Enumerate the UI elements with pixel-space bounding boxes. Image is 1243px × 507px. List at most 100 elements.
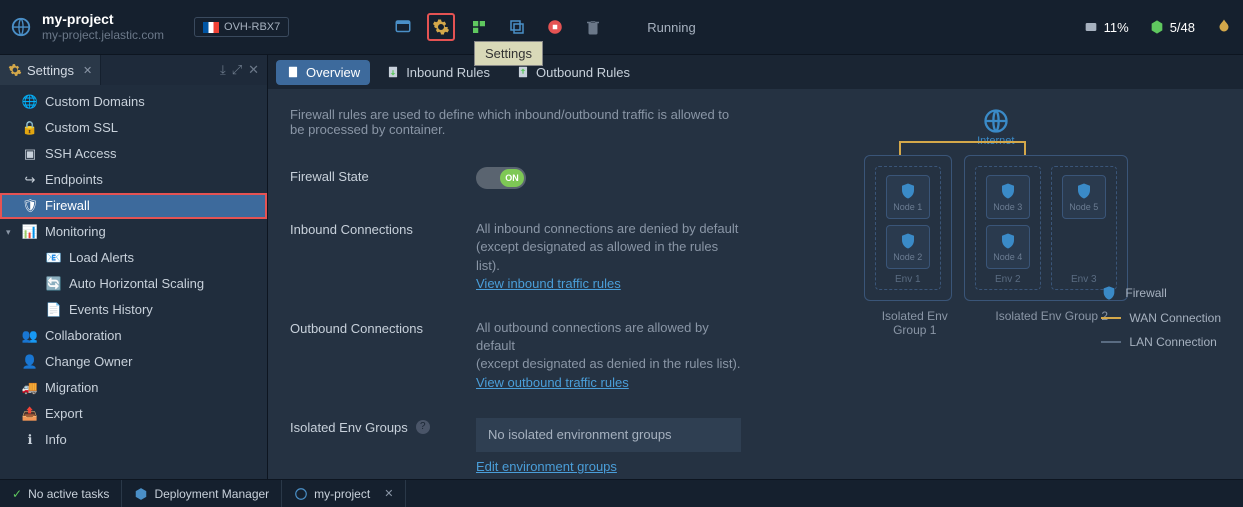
history-icon: 📄 xyxy=(46,302,62,318)
tree-item-custom-domains[interactable]: 🌐Custom Domains xyxy=(0,89,267,115)
tree-item-monitoring[interactable]: 📊Monitoring xyxy=(0,219,267,245)
outbound-label: Outbound Connections xyxy=(290,319,476,392)
outbound-text-1: All outbound connections are allowed by … xyxy=(476,320,709,353)
legend-wan: WAN Connection xyxy=(1101,311,1221,325)
node-4: Node 4 xyxy=(986,225,1030,269)
close-icon[interactable]: ✕ xyxy=(384,487,393,500)
inbound-label: Inbound Connections xyxy=(290,220,476,293)
iso-groups-label: Isolated Env Groups? xyxy=(290,418,476,476)
project-name: my-project xyxy=(42,11,164,28)
close-panel-icon[interactable]: ✕ xyxy=(248,62,259,78)
tree-item-change-owner[interactable]: 👤Change Owner xyxy=(0,349,267,375)
tree-item-info[interactable]: ℹInfo xyxy=(0,427,267,453)
delete-button[interactable] xyxy=(579,13,607,41)
action-toolbar xyxy=(389,13,607,41)
package-icon xyxy=(134,487,148,501)
help-icon[interactable]: ? xyxy=(416,420,430,434)
toggle-on-label: ON xyxy=(500,169,524,187)
gear-icon xyxy=(8,63,22,77)
tree-item-auto-scaling[interactable]: 🔄Auto Horizontal Scaling xyxy=(0,271,267,297)
project-info[interactable]: my-project my-project.jelastic.com xyxy=(42,11,164,42)
env-3: Node 5 Env 3 xyxy=(1051,166,1117,290)
firewall-tabs: Overview Inbound Rules Outbound Rules xyxy=(268,55,1243,89)
sidebar-tab-bar: Settings ✕ ⤓ ⤢ ✕ xyxy=(0,55,267,85)
outbound-text-2: (except designated as denied in the rule… xyxy=(476,356,741,371)
edit-env-groups-link[interactable]: Edit environment groups xyxy=(476,459,617,474)
disk-usage[interactable]: 11% xyxy=(1083,19,1129,35)
outbound-icon xyxy=(516,65,530,79)
env-2: Node 3 Node 4 Env 2 xyxy=(975,166,1041,290)
alert-icon: 📧 xyxy=(46,250,62,266)
node-5: Node 5 xyxy=(1062,175,1106,219)
tasks-tab[interactable]: ✓No active tasks xyxy=(0,480,122,507)
environment-status: Running xyxy=(647,20,695,35)
node-2: Node 2 xyxy=(886,225,930,269)
clone-button[interactable] xyxy=(503,13,531,41)
top-bar: my-project my-project.jelastic.com OVH-R… xyxy=(0,0,1243,55)
expand-icon[interactable]: ⤢ xyxy=(232,62,242,78)
iso-group-1: Node 1 Node 2 Env 1 xyxy=(864,155,952,301)
open-in-browser-button[interactable] xyxy=(389,13,417,41)
doc-icon xyxy=(286,65,300,79)
endpoint-icon: ↪ xyxy=(22,172,38,188)
sidebar-tab-settings[interactable]: Settings ✕ xyxy=(0,55,101,85)
migration-icon: 🚚 xyxy=(22,380,38,396)
export-icon: 📤 xyxy=(22,406,38,422)
tab-overview[interactable]: Overview xyxy=(276,60,370,85)
diagram-legend: Firewall WAN Connection LAN Connection xyxy=(1101,285,1221,349)
sidebar-tab-label: Settings xyxy=(27,63,74,78)
tree-item-export[interactable]: 📤Export xyxy=(0,401,267,427)
node-1: Node 1 xyxy=(886,175,930,219)
firewall-state-toggle[interactable]: ON xyxy=(476,167,526,189)
tree-item-load-alerts[interactable]: 📧Load Alerts xyxy=(0,245,267,271)
environment-icon xyxy=(294,487,308,501)
node-3: Node 3 xyxy=(986,175,1030,219)
region-selector[interactable]: OVH-RBX7 xyxy=(194,17,289,37)
overview-description: Firewall rules are used to define which … xyxy=(290,107,741,137)
stop-button[interactable] xyxy=(541,13,569,41)
settings-sidebar: Settings ✕ ⤓ ⤢ ✕ 🌐Custom Domains 🔒Custom… xyxy=(0,55,268,479)
firewall-diagram: Internet Node 1 Node 2 Env 1 xyxy=(741,107,1222,461)
environment-icon xyxy=(10,16,32,38)
info-icon: ℹ xyxy=(22,432,38,448)
tree-item-events-history[interactable]: 📄Events History xyxy=(0,297,267,323)
inbound-icon xyxy=(386,65,400,79)
tree-item-migration[interactable]: 🚚Migration xyxy=(0,375,267,401)
tree-item-firewall[interactable]: 🛡Firewall xyxy=(0,193,267,219)
billing-icon[interactable] xyxy=(1215,18,1233,36)
globe-icon xyxy=(982,107,1010,135)
env-1: Node 1 Node 2 Env 1 xyxy=(875,166,941,290)
flag-icon xyxy=(203,22,219,33)
inbound-text-2: (except designated as allowed in the rul… xyxy=(476,239,718,272)
settings-button[interactable] xyxy=(427,13,455,41)
close-icon[interactable]: ✕ xyxy=(83,64,92,77)
panel-tools: ⤓ ⤢ ✕ xyxy=(220,62,267,78)
download-icon[interactable]: ⤓ xyxy=(220,62,226,78)
tree-item-collaboration[interactable]: 👥Collaboration xyxy=(0,323,267,349)
tree-item-custom-ssl[interactable]: 🔒Custom SSL xyxy=(0,115,267,141)
inbound-text-1: All inbound connections are denied by de… xyxy=(476,221,738,236)
firewall-state-label: Firewall State xyxy=(290,167,476,194)
project-domain: my-project.jelastic.com xyxy=(42,28,164,42)
scaling-icon: 🔄 xyxy=(46,276,62,292)
tree-item-ssh-access[interactable]: ▣SSH Access xyxy=(0,141,267,167)
terminal-icon: ▣ xyxy=(22,146,38,162)
outbound-rules-link[interactable]: View outbound traffic rules xyxy=(476,375,629,390)
legend-lan: LAN Connection xyxy=(1101,335,1221,349)
project-tab[interactable]: my-project✕ xyxy=(282,480,406,507)
shield-icon: 🛡 xyxy=(22,198,38,214)
owner-icon: 👤 xyxy=(22,354,38,370)
settings-tree: 🌐Custom Domains 🔒Custom SSL ▣SSH Access … xyxy=(0,85,267,479)
inbound-rules-link[interactable]: View inbound traffic rules xyxy=(476,276,621,291)
tree-item-endpoints[interactable]: ↪Endpoints xyxy=(0,167,267,193)
shield-icon xyxy=(1101,285,1117,301)
overview-form: Firewall rules are used to define which … xyxy=(290,107,741,461)
change-topology-button[interactable] xyxy=(465,13,493,41)
content-area: Overview Inbound Rules Outbound Rules Fi… xyxy=(268,55,1243,479)
bottom-bar: ✓No active tasks Deployment Manager my-p… xyxy=(0,479,1243,507)
check-icon: ✓ xyxy=(12,487,22,501)
cloudlet-usage[interactable]: 5/48 xyxy=(1149,19,1195,35)
chart-icon: 📊 xyxy=(22,224,38,240)
deployment-manager-tab[interactable]: Deployment Manager xyxy=(122,480,282,507)
group-1-label: Isolated Env Group 1 xyxy=(865,309,965,337)
